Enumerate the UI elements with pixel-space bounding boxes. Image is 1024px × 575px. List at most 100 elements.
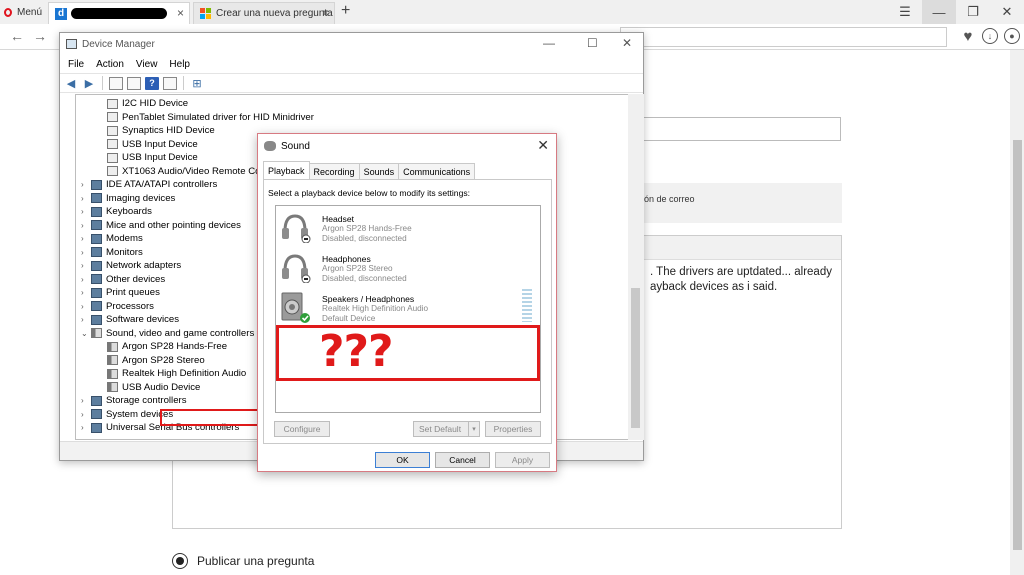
tree-category[interactable]: › Storage controllers: [81, 394, 187, 407]
tree-category-expanded[interactable]: ⌄ Sound, video and game controllers: [81, 327, 254, 340]
update-driver-icon[interactable]: [163, 76, 177, 90]
tab-recording[interactable]: Recording: [308, 163, 360, 179]
expand-arrow-icon[interactable]: ›: [81, 261, 91, 270]
hid-device-icon: [107, 166, 118, 176]
minimize-button[interactable]: —: [543, 36, 555, 50]
page-text-input[interactable]: [640, 117, 841, 141]
tree-item[interactable]: Synaptics HID Device: [107, 124, 215, 137]
tree-item[interactable]: I2C HID Device: [107, 97, 188, 110]
expand-arrow-icon[interactable]: ›: [81, 234, 91, 243]
scan-hardware-icon[interactable]: ⊞: [190, 77, 204, 90]
ok-button[interactable]: OK: [375, 452, 430, 468]
expand-arrow-icon[interactable]: ›: [81, 180, 91, 189]
forward-arrow-icon[interactable]: ▶: [82, 77, 96, 90]
browser-menu-button[interactable]: Menú: [0, 0, 46, 24]
expand-arrow-icon[interactable]: ›: [81, 248, 91, 257]
chevron-down-icon[interactable]: ▾: [468, 422, 479, 436]
tree-category[interactable]: › Processors: [81, 300, 154, 313]
tree-category[interactable]: › Mice and other pointing devices: [81, 219, 241, 232]
cancel-button[interactable]: Cancel: [435, 452, 490, 468]
tree-item[interactable]: Realtek High Definition Audio: [107, 367, 246, 380]
tree-item[interactable]: Argon SP28 Hands-Free: [107, 340, 227, 353]
device-status: Disabled, disconnected: [322, 234, 407, 243]
tree-category[interactable]: › Print queues: [81, 286, 160, 299]
tab-crear-pregunta[interactable]: Crear una nueva pregunta ×: [193, 2, 335, 24]
menu-action[interactable]: Action: [90, 59, 130, 70]
tree-item[interactable]: USB Input Device: [107, 138, 198, 151]
maximize-button[interactable]: ☐: [587, 36, 598, 50]
properties-icon[interactable]: [109, 76, 123, 90]
expand-arrow-icon[interactable]: ›: [81, 302, 91, 311]
tab-communications[interactable]: Communications: [398, 163, 476, 179]
page-scrollbar-thumb[interactable]: [1013, 140, 1022, 550]
device-headphones[interactable]: Headphones Argon SP28 Stereo Disabled, d…: [279, 249, 519, 289]
post-question-option[interactable]: Publicar una pregunta: [172, 553, 314, 569]
speaker-icon: [281, 292, 310, 323]
forward-button[interactable]: →: [33, 28, 47, 44]
device-speakers[interactable]: Speakers / Headphones Realtek High Defin…: [279, 289, 519, 329]
tree-item-label: Argon SP28 Hands-Free: [122, 341, 228, 352]
tree-category[interactable]: › Imaging devices: [81, 192, 175, 205]
window-title: Device Manager: [82, 38, 155, 50]
tree-item-usb-audio[interactable]: USB Audio Device: [107, 381, 200, 394]
apply-button[interactable]: Apply: [495, 452, 550, 468]
expand-arrow-icon[interactable]: ›: [81, 207, 91, 216]
download-icon[interactable]: ↓: [982, 28, 998, 44]
set-default-button[interactable]: Set Default ▾: [413, 421, 480, 437]
restore-button[interactable]: ❐: [956, 0, 990, 24]
heart-icon[interactable]: ♥: [960, 28, 976, 45]
close-button[interactable]: ✕: [537, 137, 549, 154]
tree-category[interactable]: › Keyboards: [81, 205, 152, 218]
expand-arrow-icon[interactable]: ›: [81, 194, 91, 203]
easy-setup-icon[interactable]: ☰: [888, 0, 922, 24]
tree-category[interactable]: › Software devices: [81, 313, 179, 326]
expand-arrow-icon[interactable]: ›: [81, 315, 91, 324]
tree-category[interactable]: › Network adapters: [81, 259, 181, 272]
expand-arrow-icon[interactable]: ›: [81, 396, 91, 405]
menu-file[interactable]: File: [62, 59, 90, 70]
details-icon[interactable]: [127, 76, 141, 90]
minimize-button[interactable]: —: [922, 0, 956, 24]
tree-item-label: PenTablet Simulated driver for HID Minid…: [122, 111, 314, 123]
back-button[interactable]: ←: [10, 28, 24, 44]
tree-item[interactable]: XT1063 Audio/Video Remote Cont: [107, 165, 269, 178]
radio-button[interactable]: [172, 553, 188, 569]
collapse-arrow-icon[interactable]: ⌄: [81, 329, 91, 338]
tree-item[interactable]: USB Input Device: [107, 151, 198, 164]
help-icon[interactable]: ?: [145, 76, 159, 90]
close-button[interactable]: ✕: [622, 36, 632, 50]
sound-dialog-titlebar[interactable]: Sound: [258, 134, 556, 158]
tree-category[interactable]: › Modems: [81, 232, 143, 245]
close-button[interactable]: ✕: [990, 0, 1024, 24]
account-icon[interactable]: ●: [1004, 28, 1020, 44]
configure-button[interactable]: Configure: [274, 421, 330, 437]
expand-arrow-icon[interactable]: ›: [81, 275, 91, 284]
tree-item[interactable]: Argon SP28 Stereo: [107, 354, 205, 367]
tab-redacted[interactable]: d ×: [48, 2, 190, 24]
tree-category[interactable]: › Other devices: [81, 273, 165, 286]
menu-view[interactable]: View: [130, 59, 164, 70]
tab-close-icon[interactable]: ×: [322, 6, 329, 20]
menu-help[interactable]: Help: [163, 59, 196, 70]
device-manager-titlebar[interactable]: Device Manager: [60, 33, 643, 55]
expand-arrow-icon[interactable]: ›: [81, 423, 91, 432]
tree-category[interactable]: › IDE ATA/ATAPI controllers: [81, 178, 217, 191]
tree-scrollbar-thumb[interactable]: [631, 288, 640, 428]
hid-device-icon: [107, 98, 118, 109]
tab-playback[interactable]: Playback: [263, 161, 310, 179]
address-bar[interactable]: [620, 27, 947, 47]
speaker-icon: [107, 368, 118, 379]
back-arrow-icon[interactable]: ◀: [64, 77, 78, 90]
tab-close-icon[interactable]: ×: [177, 6, 184, 20]
properties-button[interactable]: Properties: [485, 421, 541, 437]
device-headset[interactable]: Headset Argon SP28 Hands-Free Disabled, …: [279, 209, 519, 249]
expand-arrow-icon[interactable]: ›: [81, 410, 91, 419]
sound-dialog: Sound ✕ Playback Recording Sounds Commun…: [257, 133, 557, 472]
tab-sounds[interactable]: Sounds: [358, 163, 400, 179]
tree-item[interactable]: PenTablet Simulated driver for HID Minid…: [107, 111, 314, 124]
new-tab-button[interactable]: +: [341, 2, 350, 20]
expand-arrow-icon[interactable]: ›: [81, 288, 91, 297]
tree-category[interactable]: › Monitors: [81, 246, 143, 259]
expand-arrow-icon[interactable]: ›: [81, 221, 91, 230]
tree-item-label: Keyboards: [106, 206, 152, 217]
